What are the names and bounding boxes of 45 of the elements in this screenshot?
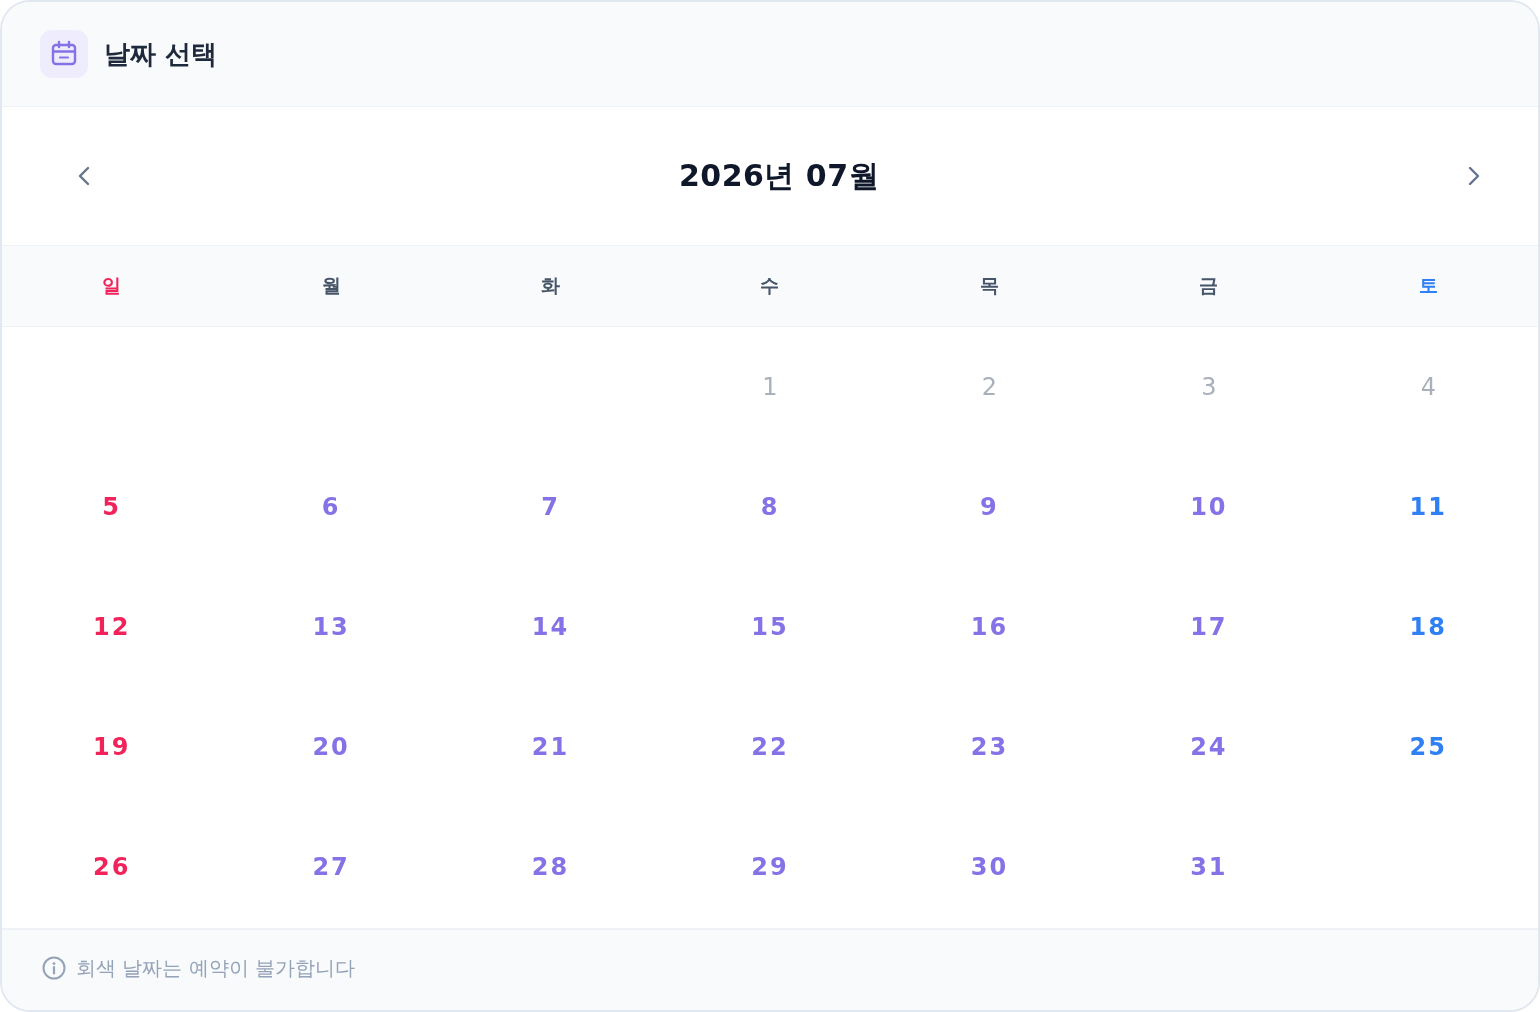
calendar-date: 2: [981, 372, 998, 402]
calendar-date[interactable]: 10: [1190, 492, 1228, 522]
calendar-date[interactable]: 15: [751, 612, 789, 642]
calendar-icon: [40, 30, 88, 78]
weekday-label: 금: [1199, 273, 1219, 298]
weekday-label: 월: [321, 273, 341, 298]
calendar-date[interactable]: 7: [541, 492, 560, 522]
calendar-date[interactable]: 27: [312, 852, 350, 882]
calendar-date[interactable]: 25: [1409, 732, 1447, 762]
footer-note: 회색 날짜는 예약이 불가합니다: [76, 954, 356, 982]
info-icon: [42, 956, 66, 980]
calendar-date[interactable]: 24: [1190, 732, 1228, 762]
calendar-date: 1: [762, 372, 778, 402]
chevron-left-icon: [78, 166, 90, 186]
calendar-date[interactable]: 19: [93, 732, 131, 762]
calendar-date[interactable]: 22: [751, 732, 789, 762]
weekday-label: 화: [541, 273, 561, 298]
calendar-date[interactable]: 5: [102, 492, 122, 522]
calendar-date[interactable]: 28: [531, 852, 570, 882]
calendar-date[interactable]: 16: [970, 612, 1009, 642]
calendar-date[interactable]: 20: [312, 732, 350, 762]
calendar-date[interactable]: 18: [1409, 612, 1447, 642]
calendar-date: 4: [1420, 372, 1436, 402]
weekday-label: 수: [760, 273, 780, 298]
calendar-date[interactable]: 26: [93, 852, 131, 882]
calendar-date[interactable]: 13: [312, 612, 350, 642]
chevron-right-icon: [1468, 166, 1480, 186]
weekday-label: 일: [102, 273, 122, 298]
calendar-date[interactable]: 12: [93, 612, 131, 642]
calendar-date[interactable]: 17: [1190, 612, 1228, 642]
calendar-date: 3: [1201, 372, 1217, 402]
header-title: 날짜 선택: [104, 37, 218, 71]
calendar-date[interactable]: 21: [531, 732, 570, 762]
calendar-date[interactable]: 8: [760, 492, 780, 522]
calendar-date[interactable]: 29: [751, 852, 789, 882]
calendar-date[interactable]: 14: [531, 612, 570, 642]
calendar-date[interactable]: 9: [980, 492, 999, 522]
calendar-date[interactable]: 23: [970, 732, 1009, 762]
calendar-date[interactable]: 31: [1190, 852, 1228, 882]
weekday-label: 토: [1418, 273, 1438, 298]
weekday-label: 목: [979, 273, 999, 298]
month-title: 2026년 07월: [678, 156, 880, 195]
calendar-date[interactable]: 6: [321, 492, 341, 522]
calendar-date[interactable]: 11: [1409, 492, 1447, 522]
calendar-date[interactable]: 30: [970, 852, 1009, 882]
